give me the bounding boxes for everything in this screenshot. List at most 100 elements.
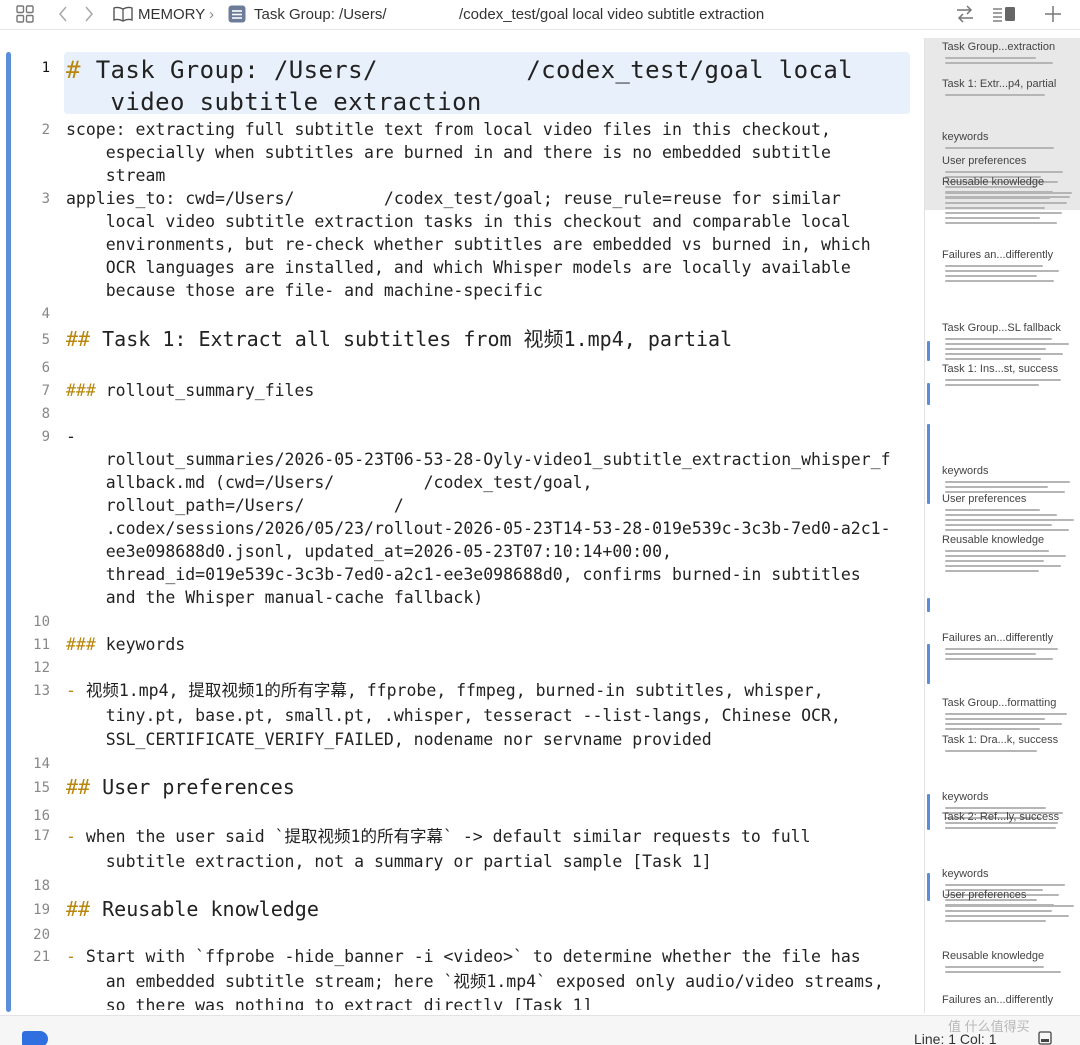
minimap-section-label[interactable]: Task Group...formatting [942,697,1056,709]
line-number: 7 [41,383,50,399]
minimap-section-label[interactable]: User preferences [942,155,1026,167]
document-icon[interactable] [1038,1031,1052,1045]
minimap-line [945,217,1040,219]
minimap-section-label[interactable]: keywords [942,131,988,143]
line-text[interactable]: - rollout_summaries/2026-05-23T06-53-28-… [66,425,912,609]
minimap-text-lines [945,147,1075,152]
minimap-line [945,207,1046,209]
minimap-line [945,884,1065,886]
breadcrumb-file-tail[interactable]: /codex_test/goal local video subtitle ex… [459,6,764,23]
minimap-line [945,653,1036,655]
minimap-change-marker [927,424,930,504]
line-number: 5 [41,332,50,348]
line-number: 18 [33,878,50,894]
sidebar-toggle-icon[interactable] [992,6,1016,22]
line-text[interactable]: - Start with `ffprobe -hide_banner -i <v… [66,945,912,1010]
minimap-line [945,514,1057,516]
minimap-text-lines [945,94,1075,99]
markdown-marker: ## [66,897,103,921]
minimap-section-label[interactable]: User preferences [942,493,1026,505]
minimap-line [945,750,1038,752]
line-text[interactable]: - when the user said `提取视频1的所有字幕` -> def… [66,824,912,874]
minimap-section-label[interactable]: Task Group...SL fallback [942,322,1061,334]
minimap-section-label[interactable]: Reusable knowledge [942,534,1044,546]
status-bar: 值 什么值得买 Line: 1 Col: 1 [0,1015,1080,1045]
minimap-section-label[interactable]: keywords [942,465,988,477]
swap-icon[interactable] [955,4,975,24]
minimap-line [945,658,1053,660]
markdown-marker: - [66,681,86,700]
minimap-line [945,807,1047,809]
minimap-line [945,270,1060,272]
minimap-section-label[interactable]: Reusable knowledge [942,176,1044,188]
minimap-section-label[interactable]: Failures an...differently [942,994,1053,1006]
breadcrumb-root[interactable]: MEMORY [138,6,205,23]
tag-icon[interactable] [22,1031,48,1045]
minimap-section-label[interactable]: Reusable knowledge [942,950,1044,962]
grid-icon[interactable] [16,5,34,23]
minimap-text-lines [945,648,1075,663]
breadcrumb-separator: › [209,6,214,23]
minimap-line [945,915,1069,917]
minimap-line [945,565,1061,567]
minimap-line [945,718,1046,720]
line-number: 11 [33,637,50,653]
chevron-left-icon[interactable] [57,5,69,23]
minimap-line [945,529,1069,531]
line-number: 13 [33,683,50,699]
line-number: 10 [33,614,50,630]
book-icon [113,6,133,22]
minimap-line [945,519,1074,521]
minimap-section-label[interactable]: Task 1: Dra...k, success [942,734,1058,746]
markdown-marker: # [66,56,96,84]
line-text[interactable]: ### rollout_summary_files [66,379,912,402]
minimap-text-lines [945,966,1075,976]
line-number: 6 [41,360,50,376]
line-text[interactable]: ## User preferences [66,774,912,800]
markdown-marker: ### [66,381,106,400]
minimap-line [945,723,1062,725]
minimap-line [945,348,1047,350]
minimap-section-label[interactable]: Task Group...extraction [942,41,1055,53]
minimap-section-label[interactable]: Failures an...differently [942,249,1053,261]
line-text[interactable]: ## Reusable knowledge [66,896,912,922]
plus-icon[interactable] [1044,5,1062,23]
line-number: 8 [41,406,50,422]
minimap-line [945,57,1036,59]
minimap-line [945,338,1052,340]
line-text[interactable]: ### keywords [66,633,912,656]
minimap-line [945,94,1046,96]
line-text[interactable]: ## Task 1: Extract all subtitles from 视频… [66,326,912,352]
line-number: 14 [33,756,50,772]
minimap-text-lines [945,750,1075,755]
minimap-section-label[interactable]: Failures an...differently [942,632,1053,644]
line-col-indicator[interactable]: Line: 1 Col: 1 [914,1031,997,1045]
minimap-section-label[interactable]: User preferences [942,889,1026,901]
breadcrumb-file[interactable]: Task Group: /Users/ [254,6,387,23]
minimap-line [945,358,1042,360]
minimap[interactable]: Task Group...extraction Task 1: Extr...p4… [924,38,1080,1013]
editor[interactable]: 1 # Task Group: /Users/ /codex_test/goal… [16,40,921,1010]
minimap-section-label[interactable]: Task 1: Ins...st, success [942,363,1058,375]
minimap-change-marker [927,598,930,612]
minimap-line [945,280,1055,282]
minimap-section-label[interactable]: Task 2: Ref...ly, success [942,811,1059,823]
line-number: 15 [33,780,50,796]
document-list-icon [228,5,246,23]
minimap-text-lines [945,550,1075,575]
minimap-line [945,971,1061,973]
line-text[interactable]: # Task Group: /Users/ /codex_test/goal l… [66,54,912,118]
line-text[interactable]: - 视频1.mp4, 提取视频1的所有字幕, ffprobe, ffmpeg, … [66,679,912,753]
line-text[interactable]: applies_to: cwd=/Users/ /codex_test/goal… [66,187,912,302]
minimap-section-label[interactable]: Task 1: Extr...p4, partial [942,78,1056,90]
chevron-right-icon[interactable] [83,5,95,23]
minimap-change-marker [927,873,930,901]
minimap-text-lines [945,379,1075,389]
minimap-section-label[interactable]: keywords [942,791,988,803]
minimap-section-label[interactable]: keywords [942,868,988,880]
minimap-line [945,550,1049,552]
line-text[interactable]: scope: extracting full subtitle text fro… [66,118,912,187]
toolbar: MEMORY › Task Group: /Users/ /codex_test… [0,0,1080,30]
minimap-line [945,353,1064,355]
minimap-line [945,481,1070,483]
